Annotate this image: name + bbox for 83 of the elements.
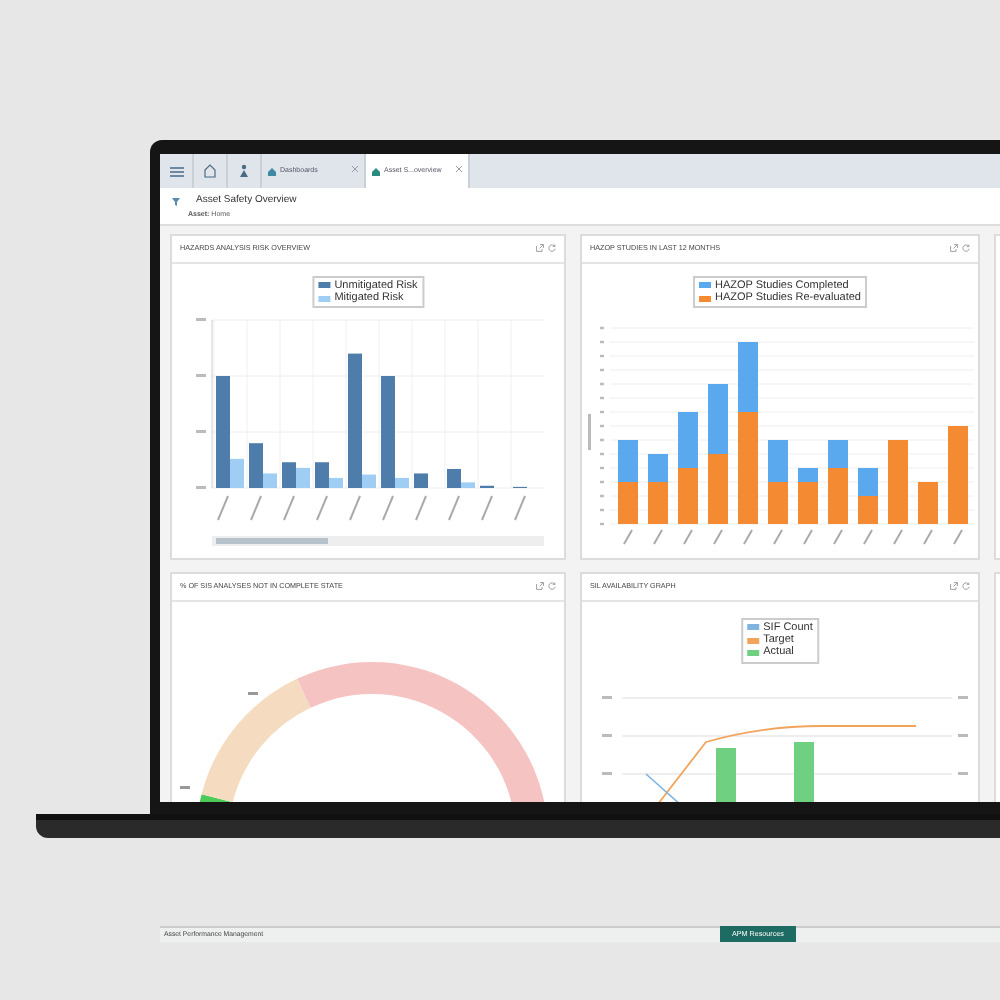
axis-label-mark [893,528,903,545]
axis-tick-mark [602,771,612,775]
axis-label-mark [382,494,394,521]
bar [918,481,938,524]
axis-label-mark [316,494,328,521]
bar [858,467,878,496]
bar [708,383,728,454]
dashboard-icon [268,167,276,175]
axis-label-mark [923,528,933,545]
expand-icon[interactable] [950,582,958,591]
bar [948,425,968,524]
axis-tick-mark [600,508,604,511]
axis-label-mark [743,528,753,545]
menu-icon [169,165,183,177]
close-icon[interactable] [352,166,358,173]
bar [858,495,878,524]
bar [768,481,788,524]
axis-tick-mark [600,368,604,371]
bar [794,741,814,802]
axis-tick-mark [196,373,206,377]
close-icon[interactable] [456,166,462,173]
axis-label-mark [349,494,361,521]
axis-label-mark [713,528,723,545]
sif-count-line [645,772,683,802]
expand-icon[interactable] [536,244,544,253]
axis-label-mark [683,528,693,545]
refresh-icon[interactable] [962,582,970,591]
axis-label-mark [773,528,783,545]
bar [618,439,638,482]
person-icon [238,164,250,178]
refresh-icon[interactable] [548,582,556,591]
bar [618,481,638,524]
axis-label-mark [415,494,427,521]
axis-tick-mark [600,452,604,455]
bar [708,453,728,524]
axis-tick-mark [196,317,206,321]
bar [678,411,698,468]
axis-tick-mark [600,382,604,385]
axis-tick-mark [958,771,968,775]
axis-tick-mark [958,695,968,699]
axis-tick-mark [600,410,604,413]
refresh-icon[interactable] [548,244,556,253]
axis-label-mark [481,494,493,521]
gauge-label-mark [180,785,190,789]
home-icon [204,164,216,178]
bar [678,467,698,524]
axis-title-mark [588,413,591,450]
axis-tick-mark [196,485,206,489]
axis-tick-mark [602,695,612,699]
axis-label-mark [803,528,813,545]
filter-icon[interactable] [172,197,180,206]
axis-tick-mark [602,733,612,737]
axis-label-mark [448,494,460,521]
axis-label-mark [283,494,295,521]
axis-tick-mark [600,424,604,427]
axis-label-mark [623,528,633,545]
bar [414,472,428,488]
axis-label-mark [653,528,663,545]
axis-tick-mark [958,733,968,737]
axis-tick-mark [600,480,604,483]
axis-label-mark [250,494,262,521]
axis-tick-mark [600,326,604,329]
axis-tick-mark [600,494,604,497]
axis-tick-mark [600,340,604,343]
axis-tick-mark [600,466,604,469]
bar [888,439,908,524]
axis-label-mark [833,528,843,545]
axis-label-mark [953,528,963,545]
axis-tick-mark [600,396,604,399]
expand-icon[interactable] [950,244,958,253]
dashboard-icon [372,167,380,175]
axis-tick-mark [600,438,604,441]
axis-tick-mark [196,429,206,433]
axis-tick-mark [600,522,604,525]
bar [716,747,736,802]
axis-label-mark [514,494,526,521]
axis-label-mark [863,528,873,545]
gauge-label-mark [248,691,258,695]
axis-label-mark [217,494,229,521]
expand-icon[interactable] [536,582,544,591]
refresh-icon[interactable] [962,244,970,253]
axis-tick-mark [600,354,604,357]
bar [768,439,788,482]
